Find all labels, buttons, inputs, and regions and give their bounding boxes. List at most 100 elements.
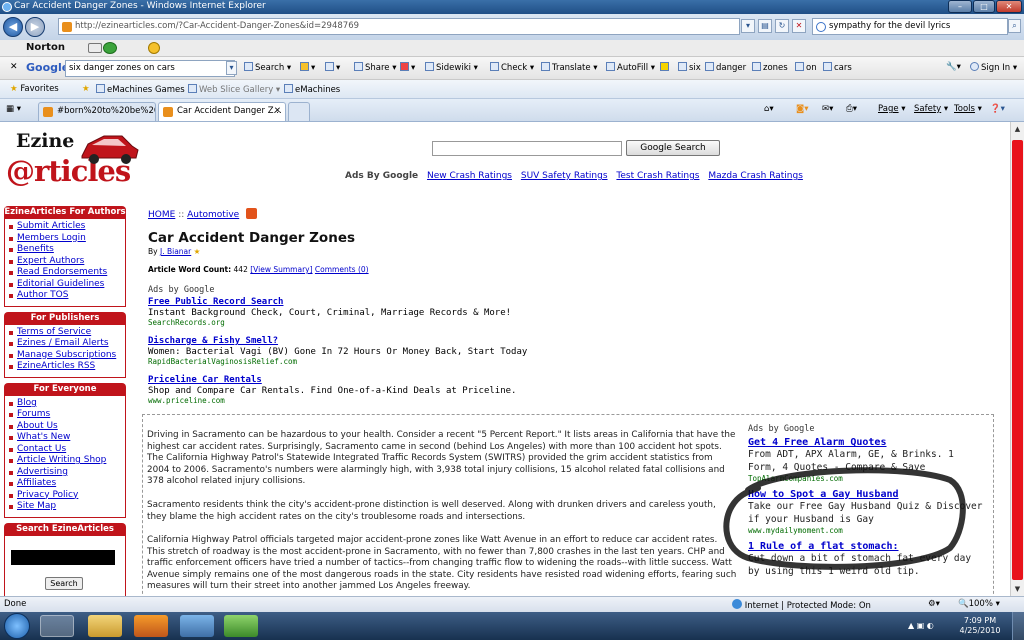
vertical-scrollbar[interactable]: ▲ ▼ — [1010, 122, 1024, 596]
search-icon[interactable]: ⌕ — [1008, 19, 1021, 33]
ezinearticles-logo[interactable]: Ezine @rticles — [6, 128, 146, 194]
highlighter-icon[interactable] — [660, 62, 671, 73]
ad-title[interactable]: Priceline Car Rentals — [148, 375, 516, 385]
sign-in-button[interactable]: Sign In ▾ — [970, 62, 1017, 73]
sidebar-item-expert-authors[interactable]: Expert Authors — [9, 256, 121, 268]
google-search-button[interactable]: Google Search — [626, 140, 720, 156]
help-icon[interactable]: ❓▾ — [990, 104, 1005, 114]
ad-url[interactable]: www.priceline.com — [148, 396, 516, 405]
stop-icon[interactable]: ✕ — [792, 19, 806, 33]
back-button[interactable]: ◀ — [3, 17, 23, 37]
link-mazda-crash-ratings[interactable]: Mazda Crash Ratings — [708, 171, 803, 181]
favorites-button[interactable]: ★ Favorites — [10, 84, 59, 94]
breadcrumb-category[interactable]: Automotive — [187, 210, 239, 220]
new-tab-button[interactable] — [288, 102, 310, 121]
compat-view-icon[interactable]: ▤ — [758, 19, 772, 33]
maximize-button[interactable]: □ — [973, 0, 995, 13]
view-summary-link[interactable]: [View Summary] — [250, 265, 312, 274]
fav-emachines[interactable]: eMachines — [284, 84, 340, 95]
start-button[interactable] — [4, 613, 30, 639]
zoom-level[interactable]: 🔍100% ▾ — [958, 599, 1000, 609]
security-zone[interactable]: Internet | Protected Mode: On — [732, 599, 871, 611]
fav-web-slice-gallery[interactable]: Web Slice Gallery ▾ — [188, 84, 280, 95]
refresh-icon[interactable]: ↻ — [775, 19, 789, 33]
tools-menu[interactable]: Tools ▾ — [954, 104, 982, 114]
home-icon[interactable]: ⌂▾ — [764, 104, 774, 114]
sidebar-item-ezines-alerts[interactable]: Ezines / Email Alerts — [9, 338, 121, 350]
sidebar-item-manage-subscriptions[interactable]: Manage Subscriptions — [9, 350, 121, 362]
safe-search-icon[interactable] — [148, 42, 160, 54]
close-button[interactable]: ✕ — [996, 0, 1022, 13]
ad-url[interactable]: SearchRecords.org — [148, 318, 511, 327]
google-search-button[interactable]: Search ▾ — [244, 62, 291, 73]
protected-mode-settings-icon[interactable]: ⚙▾ — [928, 599, 940, 609]
sidebar-item-submit-articles[interactable]: Submit Articles — [9, 221, 121, 233]
page-rank-icon[interactable]: ▾ — [400, 62, 415, 73]
sidebar-item-members-login[interactable]: Members Login — [9, 233, 121, 245]
author-link[interactable]: J. Bianar — [160, 247, 191, 256]
scroll-up-arrow[interactable]: ▲ — [1011, 122, 1024, 136]
sidebar-item-author-tos[interactable]: Author TOS — [9, 290, 121, 302]
ad-title[interactable]: Discharge & Fishy Smell? — [148, 336, 527, 346]
wrench-icon[interactable]: 🔧▾ — [946, 62, 961, 72]
sidebar-item-contact-us[interactable]: Contact Us — [9, 444, 121, 456]
toolbar-close-icon[interactable]: ✕ — [10, 62, 18, 72]
word-find-zones[interactable]: zones — [752, 62, 788, 73]
sidebar-item-affiliates[interactable]: Affiliates — [9, 478, 121, 490]
sidebar-item-blog[interactable]: Blog — [9, 398, 121, 410]
link-test-crash-ratings[interactable]: Test Crash Ratings — [616, 171, 699, 181]
sidebar-item-writing-shop[interactable]: Article Writing Shop — [9, 455, 121, 467]
sidebar-item-whats-new[interactable]: What's New — [9, 432, 121, 444]
word-find-six[interactable]: six — [678, 62, 701, 73]
minimize-button[interactable]: – — [948, 0, 972, 13]
clock[interactable]: 7:09 PM 4/25/2010 — [952, 616, 1008, 636]
scroll-thumb[interactable] — [1012, 140, 1023, 580]
address-input[interactable]: http://ezinearticles.com/?Car-Accident-D… — [58, 18, 740, 35]
add-favorite-icon[interactable]: ★ — [82, 84, 90, 94]
share-button[interactable]: Share ▾ — [354, 62, 397, 73]
taskbar-ie-icon[interactable] — [40, 615, 74, 637]
scroll-down-arrow[interactable]: ▼ — [1011, 582, 1024, 596]
word-find-on[interactable]: on — [795, 62, 817, 73]
tab-car-accident[interactable]: Car Accident Danger Z... ✕ — [158, 102, 286, 121]
rss-icon[interactable] — [246, 208, 258, 219]
sidewiki-button[interactable]: Sidewiki ▾ — [425, 62, 478, 73]
word-find-danger[interactable]: danger — [705, 62, 746, 73]
bookmark-icon[interactable]: ▾ — [300, 62, 315, 73]
forward-button[interactable]: ▶ — [25, 17, 45, 37]
feeds-icon[interactable]: ◙▾ — [796, 104, 809, 114]
taskbar-messenger-icon[interactable] — [224, 615, 258, 637]
taskbar-media-icon[interactable] — [134, 615, 168, 637]
breadcrumb-home[interactable]: HOME — [148, 210, 175, 220]
print-icon[interactable]: ⎙▾ — [846, 104, 857, 114]
google-toolbar-search-input[interactable]: six danger zones on cars — [65, 60, 235, 77]
ad-url[interactable]: RapidBacterialVaginosisRelief.com — [148, 357, 527, 366]
sidebar-search-button[interactable]: Search — [45, 576, 83, 590]
check-button[interactable]: Check ▾ — [490, 62, 534, 73]
sidebar-item-privacy-policy[interactable]: Privacy Policy — [9, 490, 121, 502]
autofill-button[interactable]: AutoFill ▾ — [606, 62, 655, 73]
site-search-input[interactable] — [432, 141, 622, 156]
translate-button[interactable]: Translate ▾ — [541, 62, 598, 73]
link-new-crash-ratings[interactable]: New Crash Ratings — [427, 171, 512, 181]
tab-born-to-be-wild[interactable]: #born%20to%20be%20wil... — [38, 102, 156, 121]
ad-title[interactable]: Free Public Record Search — [148, 297, 511, 307]
sidebar-item-read-endorsements[interactable]: Read Endorsements — [9, 267, 121, 279]
comments-link[interactable]: Comments (0) — [315, 265, 369, 274]
quick-tabs-icon[interactable]: ▦ ▾ — [6, 104, 21, 114]
taskbar-app-icon[interactable] — [180, 615, 214, 637]
sidebar-item-benefits[interactable]: Benefits — [9, 244, 121, 256]
fav-emachines-games[interactable]: eMachines Games — [96, 84, 185, 95]
link-suv-safety-ratings[interactable]: SUV Safety Ratings — [521, 171, 608, 181]
norton-label[interactable]: Norton — [26, 42, 65, 53]
ad-title[interactable]: Get 4 Free Alarm Quotes — [748, 437, 988, 448]
tray-icons[interactable]: ▲ ▣ ◐ — [908, 621, 934, 630]
search-input[interactable]: sympathy for the devil lyrics — [812, 18, 1008, 35]
chevron-down-icon[interactable]: ▾ — [226, 61, 237, 75]
sidebar-item-about-us[interactable]: About Us — [9, 421, 121, 433]
sidebar-search-input[interactable] — [11, 549, 115, 565]
word-find-cars[interactable]: cars — [823, 62, 852, 73]
sidebar-item-editorial-guidelines[interactable]: Editorial Guidelines — [9, 279, 121, 291]
tab-close-icon[interactable]: ✕ — [274, 103, 281, 120]
dropdown-icon[interactable]: ▾ — [741, 19, 755, 33]
